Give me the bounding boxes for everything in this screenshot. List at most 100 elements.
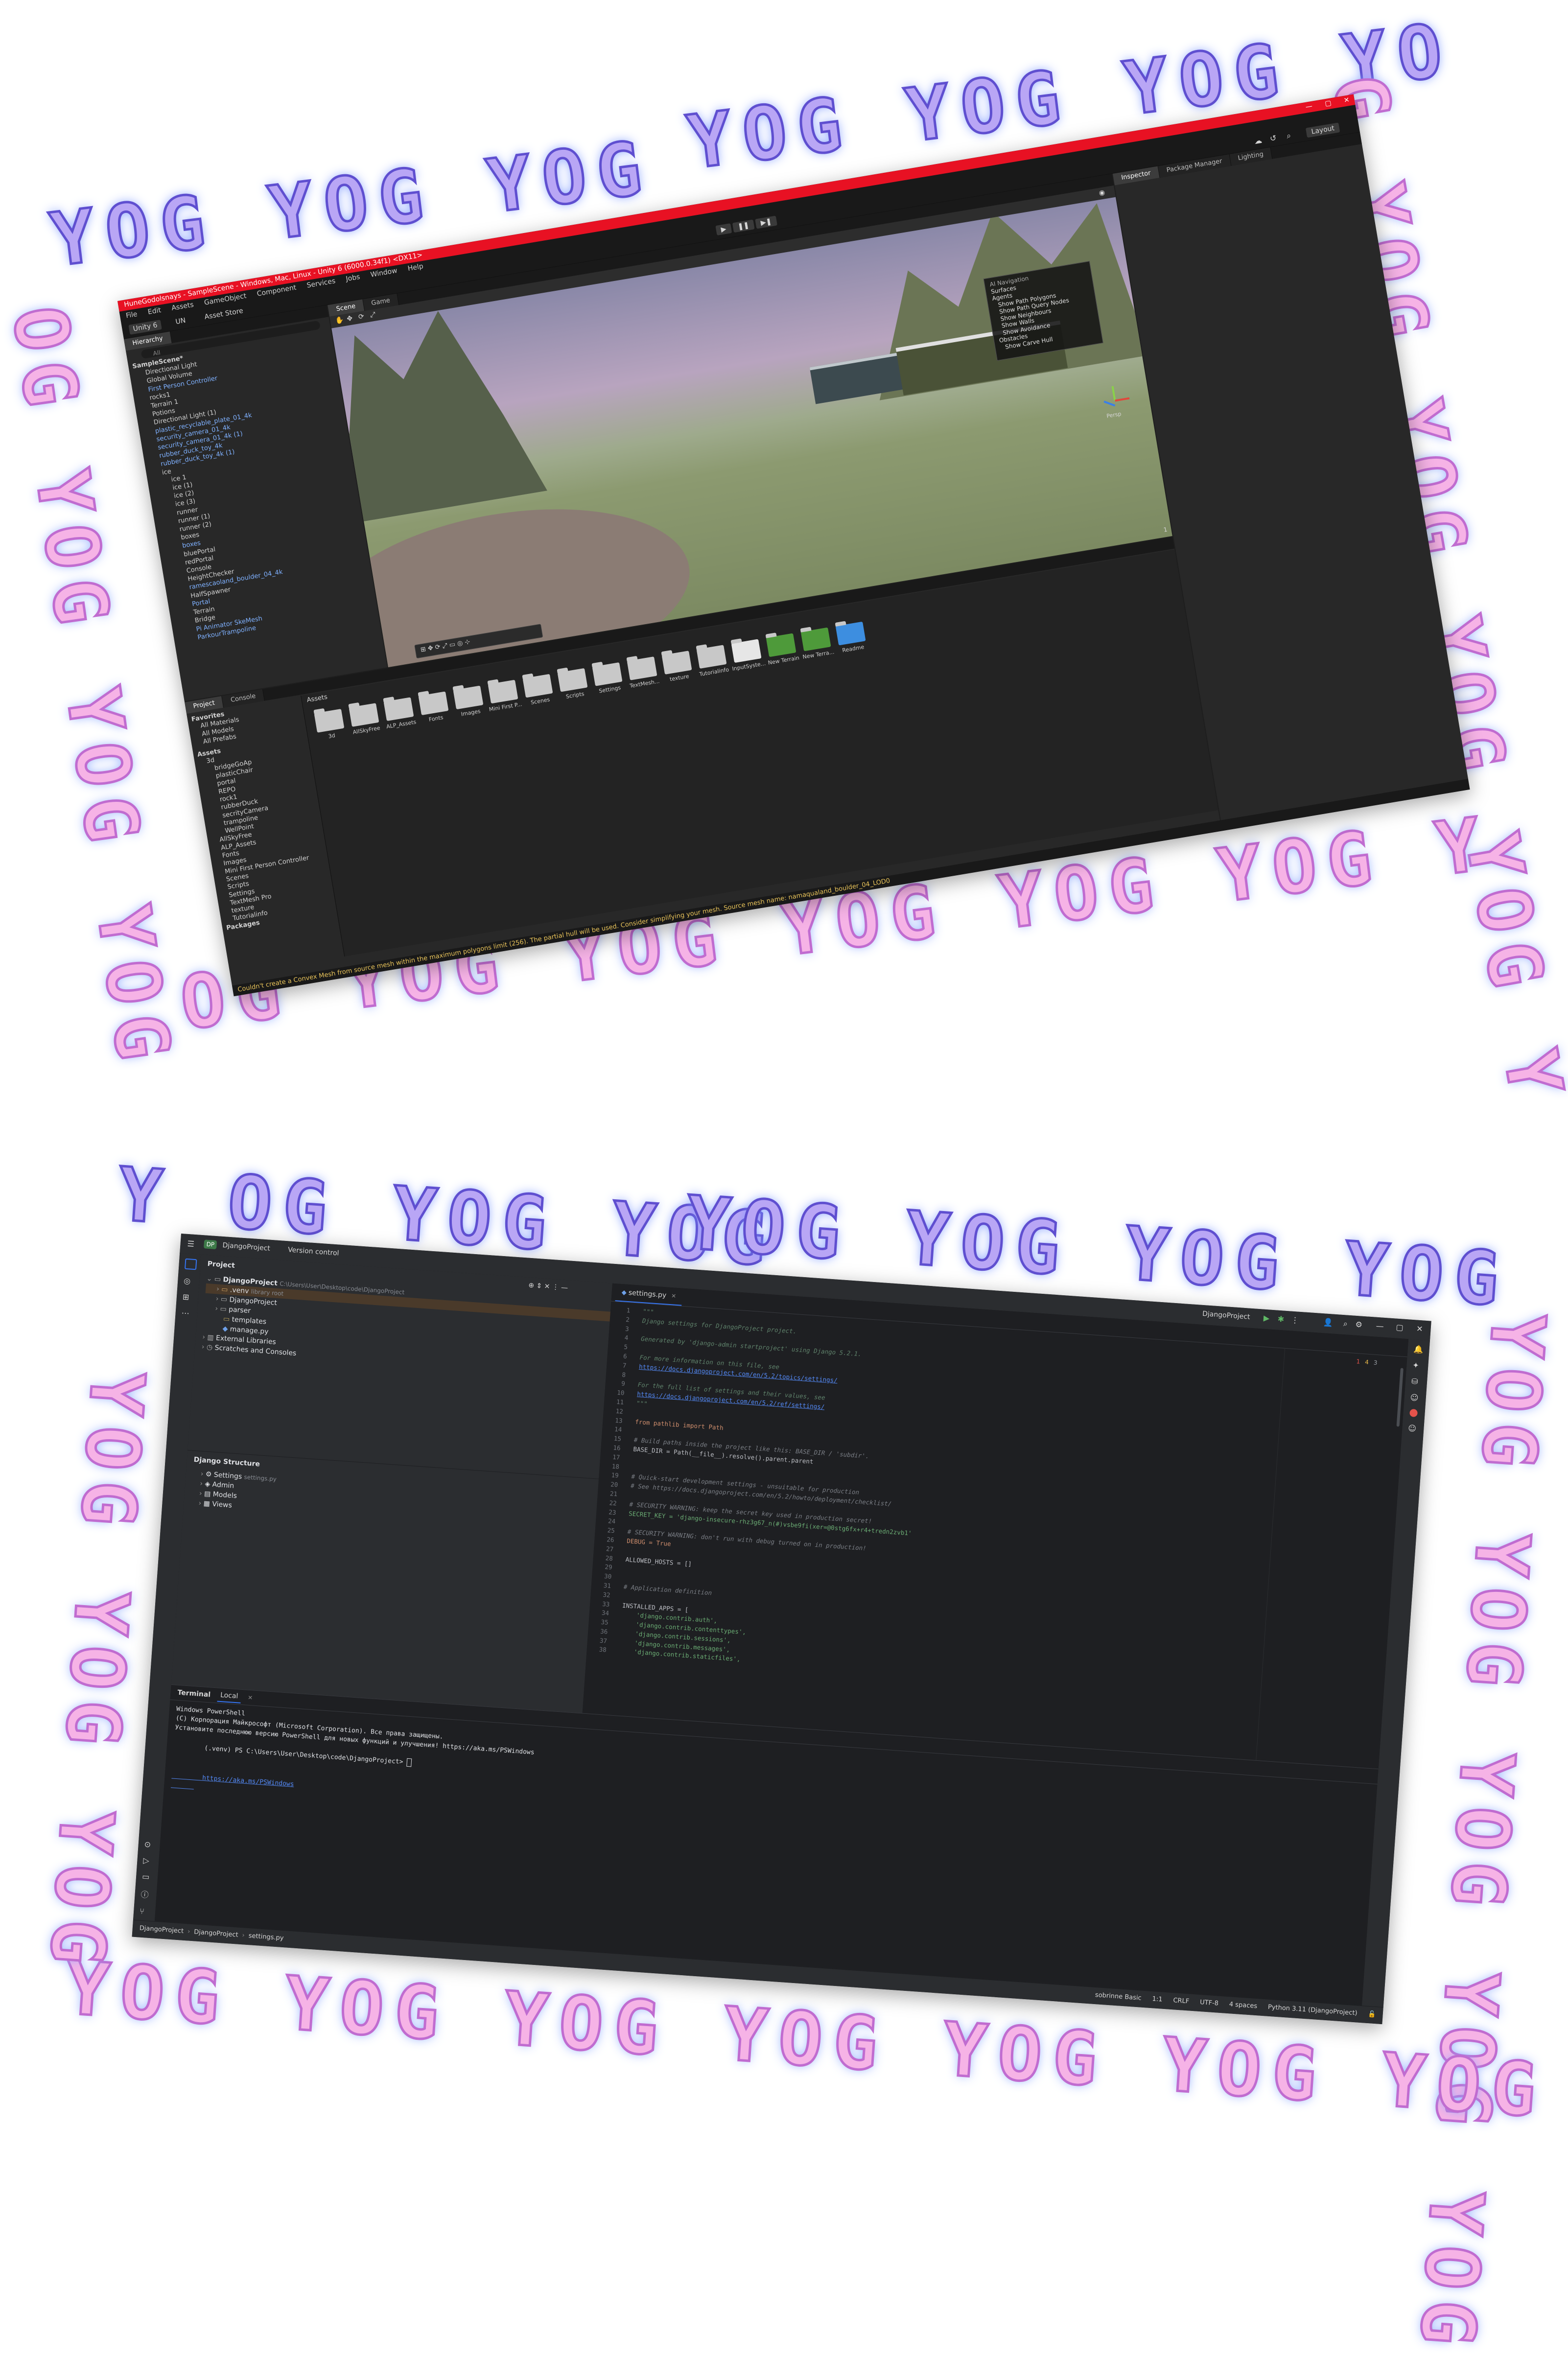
project-badge: DP <box>203 1239 217 1250</box>
terminal-tool-icon[interactable]: ▭ <box>142 1872 150 1882</box>
terminal-title[interactable]: Terminal <box>177 1689 211 1699</box>
account-icon[interactable]: 👤 <box>1323 1317 1333 1327</box>
close-tab-icon[interactable]: ✕ <box>248 1694 253 1702</box>
run-config-dropdown[interactable]: DjangoProject <box>1202 1310 1250 1321</box>
close-button[interactable]: ✕ <box>1416 1324 1424 1334</box>
tree-node-label: parser <box>228 1306 251 1315</box>
asset-folder-tile[interactable]: Fonts <box>418 691 449 723</box>
asset-folder-tile[interactable]: Scripts <box>557 668 588 700</box>
asset-folder-tile[interactable]: Scenes <box>522 674 553 706</box>
commit-tool-icon[interactable]: ◎ <box>184 1276 194 1286</box>
hand-tool-icon[interactable]: ✋ <box>335 316 345 325</box>
database-icon[interactable]: ⛁ <box>1411 1377 1421 1386</box>
caret-position[interactable]: 1:1 <box>1152 1995 1163 2003</box>
vcs-tool-icon[interactable]: ⑂ <box>140 1906 148 1916</box>
structure-node-note: settings.py <box>244 1473 277 1483</box>
search-icon[interactable]: ⌕ <box>1286 131 1292 141</box>
asset-folder-tile[interactable]: Tutorialinfo <box>696 645 729 677</box>
minimize-button[interactable]: — <box>1305 102 1313 111</box>
asset-folder-tile[interactable]: Images <box>453 685 484 718</box>
asset-folder-tile[interactable]: Settings <box>592 662 623 695</box>
theme-widget[interactable]: sobrinne Basic <box>1095 1991 1142 2002</box>
asset-store-button[interactable]: Asset Store <box>204 307 244 321</box>
debug-icon[interactable]: ✱ <box>1277 1314 1285 1324</box>
asset-folder-tile[interactable]: TextMesh... <box>627 656 660 689</box>
terrain-asset-tile[interactable]: New Terra... <box>800 627 835 660</box>
play-button[interactable]: ▶ <box>715 223 732 236</box>
orientation-gizmo[interactable]: Persp <box>1098 384 1132 420</box>
line-separator[interactable]: CRLF <box>1173 1997 1190 2005</box>
gizmos-icon[interactable]: ◉ <box>1099 188 1106 197</box>
close-tab-icon[interactable]: ✕ <box>671 1292 677 1300</box>
project-tool-icon[interactable] <box>184 1258 197 1270</box>
terrain-asset-tile[interactable]: New Terrain <box>766 633 800 666</box>
warning-count: 4 <box>1364 1358 1369 1366</box>
move-tool-icon[interactable]: ✥ <box>346 314 353 323</box>
editor-scrollbar[interactable] <box>1396 1368 1404 1427</box>
asset-folder-tile[interactable]: AllSkyFree <box>349 703 381 736</box>
history-icon[interactable]: ↺ <box>1269 133 1277 143</box>
asset-folder-tile[interactable]: ALP_Assets <box>383 697 417 730</box>
python-file-icon: ◆ <box>222 1325 231 1333</box>
settings-icon: ⚙ <box>205 1470 214 1479</box>
breadcrumb-item[interactable]: settings.py <box>248 1932 284 1942</box>
input-system-asset-tile[interactable]: InputSyste... <box>731 639 766 672</box>
main-menu-icon[interactable]: ☰ <box>187 1239 195 1249</box>
terminal-tab-local[interactable]: Local <box>217 1689 242 1704</box>
run-icon[interactable]: ▶ <box>1263 1313 1270 1323</box>
interpreter-widget[interactable]: Python 3.11 (DjangoProject) <box>1268 2004 1358 2017</box>
copilot-icon[interactable]: ☺ <box>1410 1393 1420 1402</box>
terminal-link[interactable]: https://aka.ms/PSWindows <box>202 1774 294 1788</box>
asset-folder-tile[interactable]: Mini First P... <box>488 679 522 713</box>
structure-tool-icon[interactable]: ⊞ <box>182 1292 192 1302</box>
breadcrumb-item[interactable]: DjangoProject <box>139 1925 184 1935</box>
models-icon: ▤ <box>204 1490 213 1498</box>
notifications-icon[interactable]: 🔔 <box>1413 1344 1424 1354</box>
readme-asset-tile[interactable]: Readme <box>835 621 866 654</box>
cloud-button[interactable]: UN <box>175 317 186 326</box>
project-options-icon[interactable]: ⊕ ⇕ ✕ ⋮ — <box>528 1282 568 1292</box>
scale-tool-icon[interactable]: ⤢ <box>370 311 376 320</box>
inspection-widget[interactable]: 1 4 3 <box>1356 1358 1378 1366</box>
services-icon[interactable]: ▷ <box>143 1856 151 1866</box>
scene-status-value: 1 <box>1163 526 1168 534</box>
asset-folder-tile[interactable]: 3d <box>314 709 345 740</box>
code-view[interactable]: 1 """ 2 Django settings for DjangoProject … <box>591 1305 1280 1700</box>
pause-button[interactable]: ❚❚ <box>732 219 755 233</box>
search-icon[interactable]: ⌕ <box>1343 1319 1348 1329</box>
step-button[interactable]: ▶❚ <box>755 215 777 229</box>
code-text: """ <box>642 1307 655 1316</box>
scratches-icon: ◷ <box>206 1343 215 1352</box>
settings-icon[interactable]: ⚙ <box>1355 1320 1363 1330</box>
project-name-dropdown[interactable]: DjangoProject <box>222 1241 270 1253</box>
django-structure-panel: Django Structure › ⚙ Settings settings.p… <box>184 1449 599 1536</box>
python-file-icon: ◆ <box>621 1288 629 1297</box>
assets-breadcrumb[interactable]: Assets <box>306 693 328 704</box>
error-indicator-icon[interactable] <box>1409 1408 1418 1418</box>
vcs-dropdown[interactable]: Version control <box>288 1246 339 1257</box>
weak-warning-count: 3 <box>1373 1359 1378 1367</box>
cloud-icon[interactable]: ☁ <box>1253 136 1263 146</box>
plugin-icon[interactable]: ☺ <box>1408 1424 1418 1433</box>
python-packages-icon[interactable]: ⊙ <box>144 1840 152 1849</box>
indent-widget[interactable]: 4 spaces <box>1229 2001 1257 2010</box>
more-tools-icon[interactable]: ⋯ <box>181 1308 191 1318</box>
asset-folder-tile[interactable]: texture <box>661 651 692 682</box>
rotate-tool-icon[interactable]: ⟳ <box>358 312 365 321</box>
maximize-button[interactable]: ▢ <box>1324 99 1332 108</box>
more-actions-icon[interactable]: ⋮ <box>1291 1315 1299 1325</box>
problems-icon[interactable]: ⓘ <box>140 1888 149 1900</box>
project-panel-title[interactable]: Project <box>207 1259 235 1271</box>
folder-icon: ▭ <box>223 1315 233 1324</box>
account-button[interactable]: Unity 6 <box>128 320 162 335</box>
close-button[interactable]: ✕ <box>1343 96 1350 105</box>
lock-icon[interactable]: 🔓 <box>1368 2010 1376 2018</box>
file-encoding[interactable]: UTF-8 <box>1200 1999 1219 2008</box>
ai-assistant-icon[interactable]: ✦ <box>1412 1360 1423 1370</box>
structure-node-label: Views <box>211 1500 233 1510</box>
minimize-button[interactable]: — <box>1376 1321 1384 1331</box>
breadcrumb-item[interactable]: DjangoProject <box>194 1928 238 1938</box>
layout-dropdown[interactable]: Layout <box>1306 122 1340 138</box>
maximize-button[interactable]: ▢ <box>1396 1323 1404 1332</box>
